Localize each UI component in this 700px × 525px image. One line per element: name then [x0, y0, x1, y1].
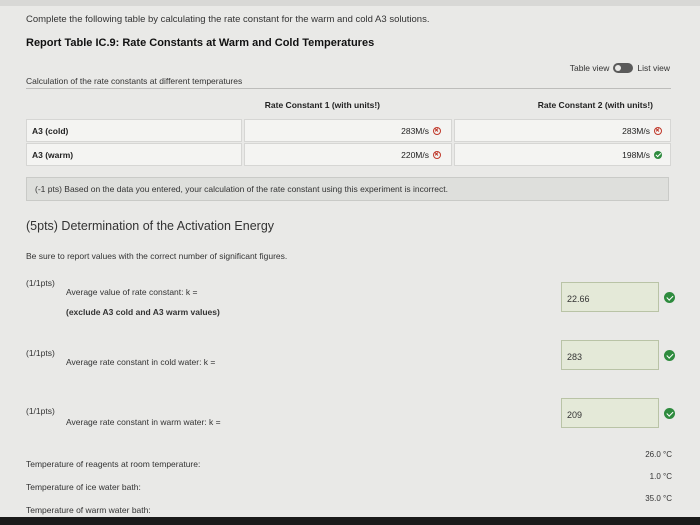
rate-constant-2-input[interactable]: 283M/s — [454, 119, 671, 142]
ice-bath-temperature-label: Temperature of ice water bath: — [26, 482, 141, 492]
warm-bath-temperature-value: 35.0 °C — [645, 494, 672, 503]
warm-water-rate-constant-input[interactable]: 209 — [561, 398, 659, 428]
cell-value: 198M/s — [622, 149, 650, 160]
average-rate-constant-input[interactable]: 22.66 — [561, 282, 659, 312]
question-points: (1/1pts) — [26, 406, 55, 416]
caption-divider — [26, 88, 671, 89]
table-row: A3 (cold) 283M/s 283M/s — [26, 119, 671, 142]
question-points: (1/1pts) — [26, 348, 55, 358]
question-text: Average value of rate constant: k = — [66, 287, 198, 297]
correct-check-icon — [664, 350, 675, 361]
correct-check-icon — [664, 292, 675, 303]
question-text: Average rate constant in warm water: k = — [66, 417, 221, 427]
instructions-text: Complete the following table by calculat… — [26, 14, 430, 25]
screen-bottom-edge — [0, 517, 700, 525]
header-cell-rate-constant-1: Rate Constant 1 (with units!) — [264, 100, 380, 110]
incorrect-icon — [433, 126, 441, 135]
correct-check-icon — [664, 408, 675, 419]
correct-check-icon — [654, 150, 662, 159]
cell-value: 220M/s — [401, 149, 429, 160]
view-switch[interactable] — [613, 63, 634, 73]
section-title: (5pts) Determination of the Activation E… — [26, 219, 275, 233]
incorrect-icon — [654, 126, 662, 135]
question-points: (1/1pts) — [26, 278, 55, 288]
table-header-row: Rate Constant 1 (with units!) Rate Const… — [26, 92, 671, 118]
sig-fig-note: Be sure to report values with the correc… — [26, 251, 288, 261]
question-subtext: (exclude A3 cold and A3 warm values) — [66, 307, 220, 317]
feedback-message: (-1 pts) Based on the data you entered, … — [26, 177, 669, 201]
table-row: A3 (warm) 220M/s 198M/s — [26, 143, 671, 166]
rate-constant-1-input[interactable]: 220M/s — [244, 143, 452, 166]
cell-value: 283M/s — [622, 125, 650, 136]
rate-constants-table: Rate Constant 1 (with units!) Rate Const… — [26, 92, 671, 166]
table-caption: Calculation of the rate constants at dif… — [26, 76, 243, 86]
incorrect-icon — [433, 150, 441, 159]
room-temperature-label: Temperature of reagents at room temperat… — [26, 459, 201, 469]
room-temperature-value: 26.0 °C — [645, 450, 672, 459]
rate-constant-2-input[interactable]: 198M/s — [454, 143, 671, 166]
warm-bath-temperature-label: Temperature of warm water bath: — [26, 505, 151, 515]
view-toggle[interactable]: Table view List view — [570, 63, 670, 73]
header-cell-rate-constant-2: Rate Constant 2 (with units!) — [537, 100, 653, 110]
ice-bath-temperature-value: 1.0 °C — [649, 472, 672, 481]
header-cell-label — [26, 92, 247, 118]
rate-constant-1-input[interactable]: 283M/s — [244, 119, 452, 142]
row-label: A3 (warm) — [26, 143, 242, 166]
row-label: A3 (cold) — [26, 119, 242, 142]
table-view-label[interactable]: Table view — [570, 63, 610, 73]
list-view-label[interactable]: List view — [637, 63, 670, 73]
top-divider — [0, 0, 700, 6]
question-text: Average rate constant in cold water: k = — [66, 357, 216, 367]
cell-value: 283M/s — [401, 125, 429, 136]
cold-water-rate-constant-input[interactable]: 283 — [561, 340, 659, 370]
report-table-title: Report Table IC.9: Rate Constants at War… — [26, 37, 375, 49]
